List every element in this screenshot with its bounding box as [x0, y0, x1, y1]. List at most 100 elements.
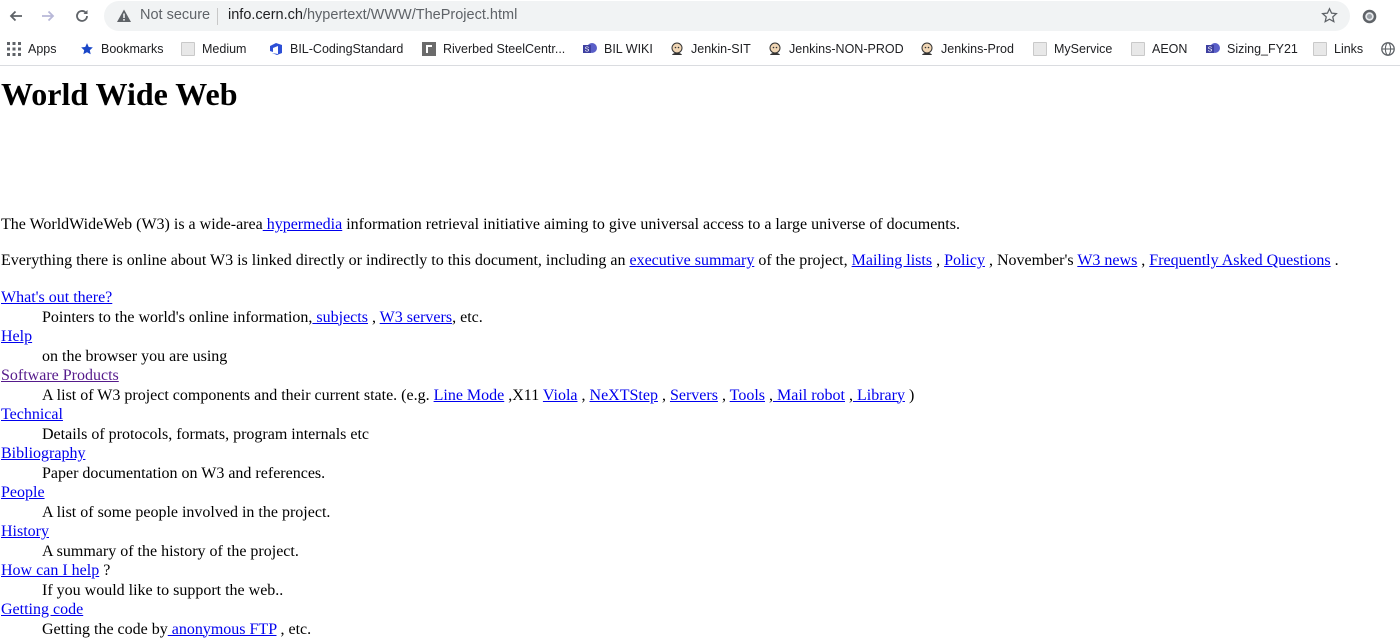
svg-text:S: S: [585, 47, 590, 54]
bookmark-label: BIL WIKI: [604, 42, 653, 56]
intro-paragraph: The WorldWideWeb (W3) is a wide-area hyp…: [1, 216, 960, 234]
bookmark-label: Medium: [202, 42, 246, 56]
profile-button[interactable]: [1357, 4, 1381, 28]
link-library[interactable]: Library: [853, 387, 905, 404]
summary-text: ,: [1137, 252, 1149, 269]
page-icon: [181, 42, 195, 56]
reload-icon: [74, 8, 90, 24]
link-technical[interactable]: Technical: [1, 406, 63, 423]
bookmarks-bar: Apps Bookmarks Medium BIL-CodingStandard…: [0, 32, 1400, 66]
topic-term: Help: [1, 327, 914, 347]
bookmark-label: Apps: [28, 42, 57, 56]
bookmark-bookmarks[interactable]: Bookmarks: [80, 40, 164, 58]
topic-description: Pointers to the world's online informati…: [42, 308, 914, 328]
link-mail-robot[interactable]: Mail robot: [773, 387, 845, 404]
link-faq[interactable]: Frequently Asked Questions: [1149, 252, 1330, 269]
desc-text: Pointers to the world's online informati…: [42, 309, 312, 326]
desc-text: , etc.: [452, 309, 483, 326]
link-subjects[interactable]: subjects: [312, 309, 368, 326]
bookmark-jenkins-non-prod[interactable]: Jenkins-NON-PROD: [768, 40, 904, 58]
link-help[interactable]: Help: [1, 328, 32, 345]
link-mailing-lists[interactable]: Mailing lists: [852, 252, 932, 269]
link-anonymous-ftp[interactable]: anonymous FTP: [168, 621, 277, 638]
bookmark-bil-codingstandard[interactable]: BIL-CodingStandard: [269, 40, 403, 58]
topic-list: What's out there? Pointers to the world'…: [1, 288, 914, 639]
desc-text: Getting the code by: [42, 621, 168, 638]
topic-term: Technical: [1, 405, 914, 425]
link-people[interactable]: People: [1, 484, 45, 501]
link-servers[interactable]: Servers: [670, 387, 718, 404]
topic-description: Paper documentation on W3 and references…: [42, 464, 914, 484]
bookmark-apps[interactable]: Apps: [7, 40, 57, 58]
reload-button[interactable]: [70, 4, 94, 28]
summary-text: , November's: [985, 252, 1077, 269]
profile-avatar-icon: [1361, 8, 1378, 25]
topic-description: A list of W3 project components and thei…: [42, 386, 914, 406]
bookmark-jenkins-prod[interactable]: Jenkins-Prod: [920, 40, 1014, 58]
page-icon: [1131, 42, 1145, 56]
topic-term: History: [1, 522, 914, 542]
link-how-can-i-help[interactable]: How can I help: [1, 562, 99, 579]
jenkins-icon: [670, 42, 684, 56]
security-label[interactable]: Not secure: [140, 7, 210, 23]
link-whats-out-there[interactable]: What's out there?: [1, 289, 112, 306]
jenkins-icon: [768, 42, 782, 56]
link-software-products[interactable]: Software Products: [1, 367, 119, 384]
bookmark-label: BIL-CodingStandard: [290, 42, 403, 56]
link-bibliography[interactable]: Bibliography: [1, 445, 85, 462]
topic-description: A summary of the history of the project.: [42, 542, 914, 562]
link-history[interactable]: History: [1, 523, 49, 540]
desc-text: ): [905, 387, 914, 404]
desc-text: ,: [765, 387, 773, 404]
link-nextstep[interactable]: NeXTStep: [590, 387, 658, 404]
desc-text: ,: [578, 387, 590, 404]
link-hypermedia[interactable]: hypermedia: [263, 216, 343, 233]
sharepoint-icon: S: [1206, 42, 1220, 56]
topic-term: Getting code: [1, 600, 914, 620]
topic-term: People: [1, 483, 914, 503]
topic-term: Bibliography: [1, 444, 914, 464]
riverbed-icon: [422, 42, 436, 56]
link-w3-servers[interactable]: W3 servers: [380, 309, 452, 326]
bookmark-aeon[interactable]: AEON: [1131, 40, 1187, 58]
back-button[interactable]: [4, 4, 28, 28]
desc-text: , etc.: [277, 621, 312, 638]
bookmark-label: Jenkins-NON-PROD: [789, 42, 904, 56]
bookmark-medium[interactable]: Medium: [181, 40, 246, 58]
bookmark-jenkin-sit[interactable]: Jenkin-SIT: [670, 40, 751, 58]
summary-text: ,: [932, 252, 944, 269]
topic-description: Details of protocols, formats, program i…: [42, 425, 914, 445]
apps-grid-icon: [7, 42, 21, 56]
link-executive-summary[interactable]: executive summary: [629, 252, 754, 269]
bookmark-star-icon[interactable]: [1321, 7, 1338, 24]
warning-triangle-icon[interactable]: [116, 8, 132, 24]
topic-term: How can I help ?: [1, 561, 914, 581]
azure-devops-icon: [269, 42, 283, 56]
bookmark-label: Jenkins-Prod: [941, 42, 1014, 56]
link-getting-code[interactable]: Getting code: [1, 601, 83, 618]
bookmark-links[interactable]: Links: [1313, 40, 1363, 58]
bookmark-label: MyService: [1054, 42, 1112, 56]
link-w3-news[interactable]: W3 news: [1077, 252, 1137, 269]
forward-arrow-icon: [40, 8, 56, 24]
link-policy[interactable]: Policy: [944, 252, 985, 269]
bookmark-riverbed[interactable]: Riverbed SteelCentr...: [422, 40, 565, 58]
bookmark-globe[interactable]: [1381, 40, 1395, 58]
address-bar[interactable]: Not secure info.cern.ch/hypertext/WWW/Th…: [104, 1, 1350, 31]
summary-text: Everything there is online about W3 is l…: [1, 252, 629, 269]
bookmark-myservice[interactable]: MyService: [1033, 40, 1112, 58]
bookmark-bil-wiki[interactable]: S BIL WIKI: [583, 40, 653, 58]
intro-text: information retrieval initiative aiming …: [342, 216, 960, 233]
forward-button[interactable]: [36, 4, 60, 28]
bookmark-sizing-fy21[interactable]: S Sizing_FY21: [1206, 40, 1298, 58]
link-viola[interactable]: Viola: [543, 387, 578, 404]
bookmark-label: Bookmarks: [101, 42, 164, 56]
term-suffix: ?: [99, 562, 110, 579]
url-text[interactable]: info.cern.ch/hypertext/WWW/TheProject.ht…: [228, 7, 517, 23]
link-line-mode[interactable]: Line Mode: [434, 387, 505, 404]
intro-text: The WorldWideWeb (W3) is a wide-area: [1, 216, 263, 233]
link-tools[interactable]: Tools: [730, 387, 765, 404]
desc-text: A list of W3 project components and thei…: [42, 387, 434, 404]
summary-paragraph: Everything there is online about W3 is l…: [1, 252, 1339, 270]
topic-description: on the browser you are using: [42, 347, 914, 367]
